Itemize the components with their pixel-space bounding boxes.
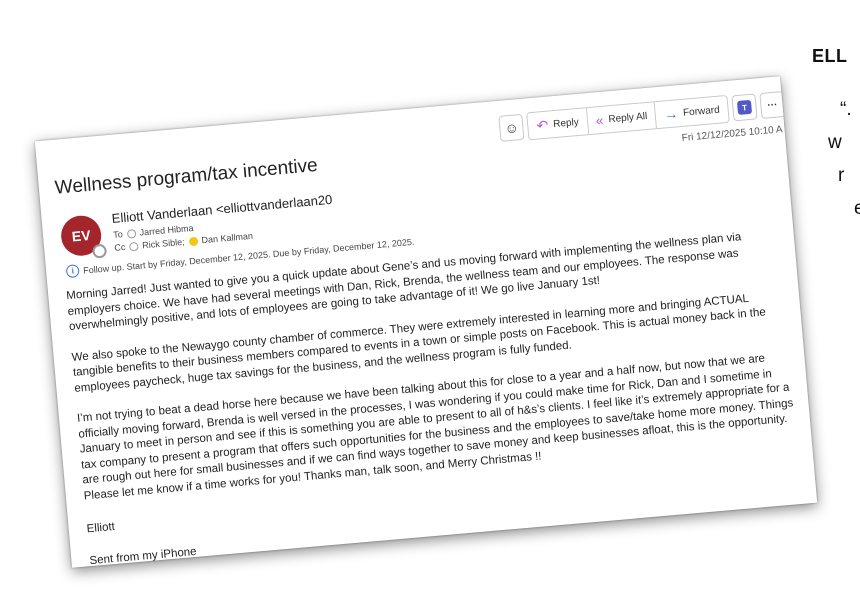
presence-dot-icon [126, 228, 137, 239]
side-quote: ELL “. w r e [812, 40, 860, 225]
presence-status-icon [92, 243, 108, 259]
to-recipient[interactable]: Jarred Hibma [139, 223, 194, 238]
side-quote-line: r [838, 165, 845, 186]
presence-dot-icon [128, 241, 139, 252]
side-quote-line: e [854, 198, 860, 219]
side-quote-line: “. [840, 99, 852, 120]
email-datetime: Fri 12/12/2025 10:10 A [681, 124, 784, 144]
side-quote-heading: ELL [812, 46, 848, 66]
more-icon: ··· [766, 99, 778, 111]
cc-label: Cc [113, 241, 126, 253]
email-subject: Wellness program/tax incentive [54, 154, 319, 199]
smiley-icon: ☺ [503, 119, 520, 137]
reply-label: Reply [552, 116, 580, 130]
reply-button[interactable]: ↶ Reply [527, 108, 589, 140]
to-label: To [112, 229, 124, 240]
teams-icon: T [736, 99, 753, 116]
sender-name[interactable]: Elliott Vanderlaan <elliottvanderlaan20 [111, 192, 333, 226]
reply-all-icon: « [594, 111, 605, 129]
forward-button[interactable]: → Forward [655, 95, 729, 129]
email-body: Morning Jarred! Just wanted to give you … [66, 227, 808, 568]
reply-all-button[interactable]: « Reply All [586, 102, 658, 135]
presence-away-icon [188, 236, 198, 246]
forward-label: Forward [682, 104, 721, 119]
reply-all-label: Reply All [607, 110, 648, 125]
reply-arrow-icon: ↶ [535, 116, 549, 134]
cc-recipient[interactable]: Rick Sible; [142, 237, 185, 251]
emoji-reaction-button[interactable]: ☺ [498, 113, 525, 142]
email-screenshot: Wellness program/tax incentive ☺ ↶ Reply… [34, 76, 818, 568]
info-icon: i [65, 264, 80, 279]
avatar-initials: EV [71, 226, 92, 245]
forward-arrow-icon: → [663, 105, 679, 123]
side-quote-line: w [828, 132, 842, 153]
cc-recipient[interactable]: Dan Kallman [201, 231, 253, 245]
more-actions-button[interactable]: ··· [759, 90, 786, 119]
teams-button[interactable]: T [731, 93, 758, 122]
